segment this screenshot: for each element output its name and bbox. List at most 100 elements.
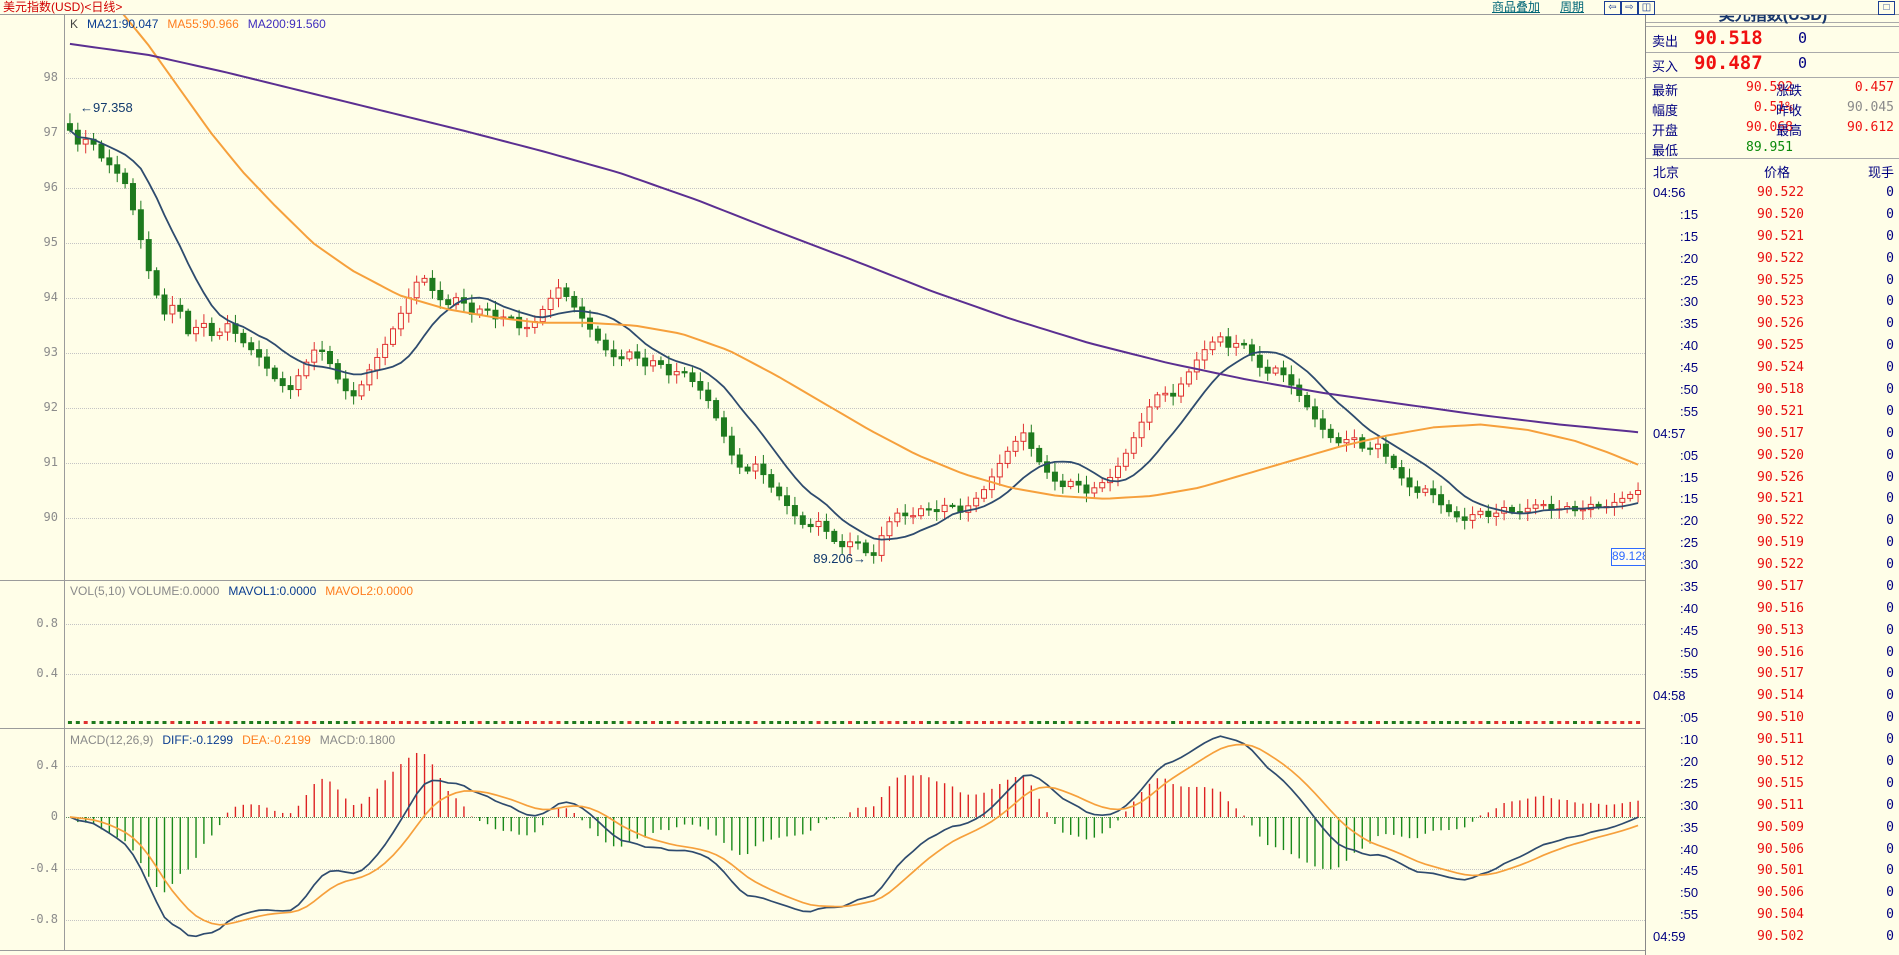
tick-time: :25	[1680, 776, 1698, 791]
tick-time: :50	[1680, 382, 1698, 397]
stat-label: 涨跌	[1776, 80, 1802, 99]
tick-time: 04:56	[1653, 185, 1686, 200]
stat-label: 昨收	[1776, 100, 1802, 119]
tick-price: 90.502	[1746, 929, 1804, 944]
tick-row: 04:5990.5020	[1646, 927, 1899, 949]
tick-row: :5590.5210	[1646, 402, 1899, 424]
high-annotation: ←97.358	[80, 100, 133, 115]
sell-quote-row[interactable]: 卖出 90.518 0	[1646, 26, 1899, 53]
tick-lots: 0	[1846, 382, 1894, 397]
scroll-right-icon[interactable]: ⇨	[1621, 1, 1638, 15]
tick-row: 04:58 90.514 0	[1646, 686, 1899, 708]
tick-price: 90.517	[1746, 666, 1804, 681]
buy-quote-row[interactable]: 买入 90.487 0	[1646, 52, 1899, 78]
stat-label: 开盘	[1652, 120, 1678, 139]
tick-time: :35	[1680, 820, 1698, 835]
tick-row: :0590.5200	[1646, 446, 1899, 468]
tick-time: :20	[1680, 754, 1698, 769]
tick-lots: 0	[1846, 885, 1894, 900]
tick-price: 90.525	[1746, 338, 1804, 353]
tick-price: 90.509	[1746, 820, 1804, 835]
indicator-label: MAVOL2:0.0000	[325, 584, 413, 598]
tick-price: 90.520	[1746, 448, 1804, 463]
tick-price: 90.501	[1746, 863, 1804, 878]
stat-label: 最新	[1652, 80, 1678, 99]
tick-price: 90.519	[1746, 535, 1804, 550]
col-price: 价格	[1764, 162, 1790, 181]
tick-row: :45 90.513 0	[1646, 621, 1899, 643]
macd-plot[interactable]	[0, 729, 1645, 950]
tick-lots: 0	[1846, 710, 1894, 725]
tick-time: :25	[1680, 535, 1698, 550]
tick-row: :2090.5220	[1646, 511, 1899, 533]
indicator-label: MA200:91.560	[248, 17, 326, 31]
axis-divider	[64, 14, 65, 950]
tick-time: :40	[1680, 601, 1698, 616]
tick-lots: 0	[1846, 491, 1894, 506]
tick-time: :15	[1680, 229, 1698, 244]
tick-lots: 0	[1846, 645, 1894, 660]
indicator-label: MACD(12,26,9)	[70, 733, 153, 747]
stat-label: 最高	[1776, 120, 1802, 139]
tick-row: :5090.5160	[1646, 643, 1899, 665]
tick-row: :4590.5240	[1646, 358, 1899, 380]
candlestick-plot[interactable]	[0, 14, 1645, 580]
buy-label: 买入	[1652, 56, 1678, 75]
tick-row: :3090.5230	[1646, 292, 1899, 314]
latest-price-tag: 89.128	[1611, 548, 1649, 566]
time-sales-list[interactable]: 04:5690.5220:1590.5200:1590.5210:2090.52…	[1646, 183, 1899, 949]
tick-lots: 0	[1846, 579, 1894, 594]
indicator-label: MA21:90.047	[87, 17, 158, 31]
tick-time: :20	[1680, 251, 1698, 266]
tick-price: 90.516	[1746, 645, 1804, 660]
tick-lots: 0	[1846, 470, 1894, 485]
tick-lots: 0	[1846, 688, 1894, 703]
indicator-label: K	[70, 17, 78, 31]
divider	[1646, 158, 1899, 159]
tick-time: :55	[1680, 404, 1698, 419]
tick-time: :45	[1680, 623, 1698, 638]
tick-row: :4090.5060	[1646, 840, 1899, 862]
tick-price: 90.526	[1746, 470, 1804, 485]
tick-time: 04:58	[1653, 688, 1686, 703]
ticks-table-header: 北京 价格 现手	[1646, 160, 1899, 182]
tick-price: 90.513	[1746, 623, 1804, 638]
tick-price: 90.511	[1746, 732, 1804, 747]
tick-lots: 0	[1846, 316, 1894, 331]
main-indicator-header: KMA21:90.047MA55:90.966MA200:91.560	[70, 17, 335, 31]
sell-qty: 0	[1798, 29, 1807, 47]
tick-lots: 0	[1846, 448, 1894, 463]
tick-price: 90.514	[1746, 688, 1804, 703]
tick-price: 90.522	[1746, 557, 1804, 572]
overlay-link[interactable]: 商品叠加	[1492, 0, 1540, 14]
volume-plot[interactable]	[0, 581, 1645, 728]
stat-value: 90.045	[1806, 100, 1894, 115]
tick-price: 90.517	[1746, 579, 1804, 594]
macd-indicator-header: MACD(12,26,9)DIFF:-0.1299DEA:-0.2199MACD…	[70, 733, 404, 747]
window-restore-icon[interactable]: □	[1878, 1, 1895, 15]
pane-divider-macd[interactable]	[0, 728, 1645, 729]
tick-lots: 0	[1846, 623, 1894, 638]
tick-price: 90.522	[1746, 185, 1804, 200]
tick-row: :1590.5260	[1646, 468, 1899, 490]
tick-lots: 0	[1846, 404, 1894, 419]
tick-price: 90.522	[1746, 251, 1804, 266]
period-link[interactable]: 周期	[1560, 0, 1584, 14]
tick-row: :3590.5260	[1646, 314, 1899, 336]
tick-row: 04:5790.5170	[1646, 424, 1899, 446]
tick-price: 90.518	[1746, 382, 1804, 397]
tick-lots: 0	[1846, 754, 1894, 769]
tick-row: :2590.5150	[1646, 774, 1899, 796]
split-view-icon[interactable]: ◫	[1638, 1, 1655, 15]
tick-row: :4590.5010	[1646, 861, 1899, 883]
tick-row: :1590.5210	[1646, 227, 1899, 249]
pane-divider-volume[interactable]	[0, 580, 1645, 581]
indicator-label: DIFF:-0.1299	[162, 733, 233, 747]
tick-price: 90.506	[1746, 842, 1804, 857]
stat-value: 0.457	[1806, 80, 1894, 95]
tick-time: :25	[1680, 273, 1698, 288]
tick-lots: 0	[1846, 185, 1894, 200]
scroll-left-icon[interactable]: ⇦	[1604, 1, 1621, 15]
chart-area[interactable]: 989796959493929190 0.80.4 0.40-0.4-0.8 K…	[0, 0, 1645, 955]
tick-row: :0590.5100	[1646, 708, 1899, 730]
